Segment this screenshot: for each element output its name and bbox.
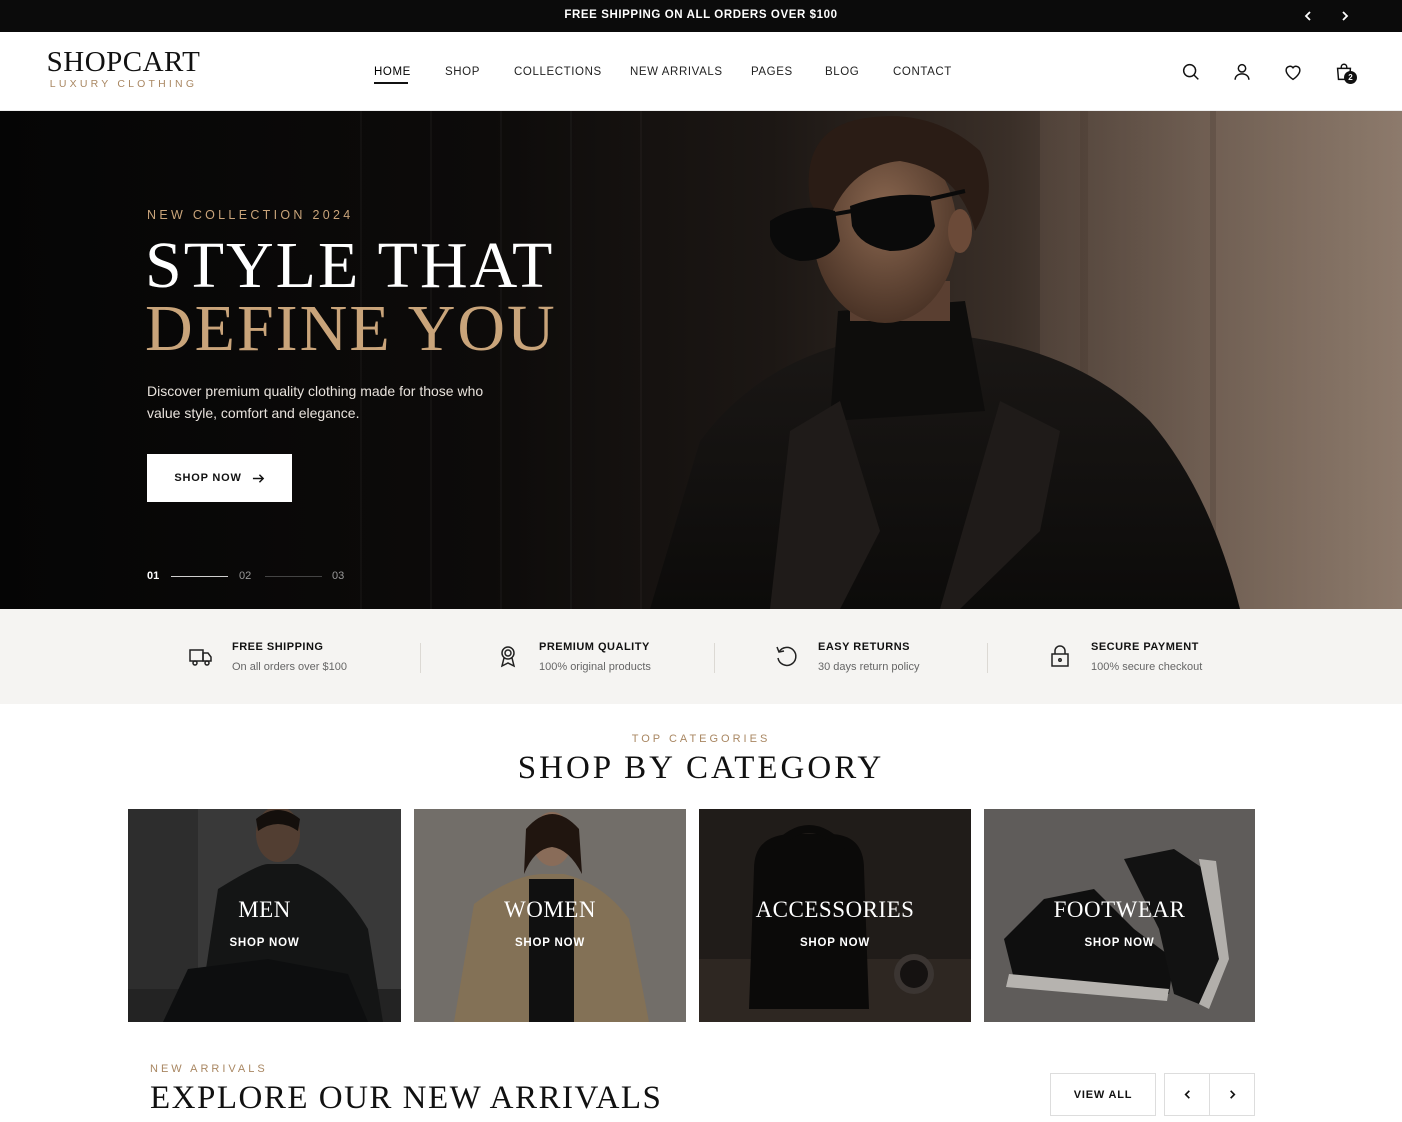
hero-eyebrow: NEW COLLECTION 2024: [147, 208, 354, 222]
feature-subtitle: On all orders over $100: [232, 661, 347, 673]
chevron-right-icon: [1342, 11, 1349, 21]
nav-item-home[interactable]: HOME: [374, 66, 411, 78]
feature-title: EASY RETURNS: [818, 641, 910, 653]
category-shop-now-link[interactable]: SHOP NOW: [128, 937, 401, 949]
category-shop-now-link[interactable]: SHOP NOW: [699, 937, 971, 949]
category-shop-now-link[interactable]: SHOP NOW: [414, 937, 686, 949]
category-name: MEN: [238, 897, 291, 922]
award-icon: [495, 643, 521, 669]
features-strip: FREE SHIPPING On all orders over $100 PR…: [0, 609, 1402, 704]
new-arrivals-title: EXPLORE OUR NEW ARRIVALS: [150, 1080, 663, 1116]
account-button[interactable]: [1231, 61, 1253, 83]
returns-icon: [774, 643, 800, 669]
categories-eyebrow: TOP CATEGORIES: [631, 733, 771, 745]
slide-indicator-3[interactable]: 03: [332, 570, 344, 582]
wishlist-button[interactable]: [1282, 61, 1304, 83]
categories-title: SHOP BY CATEGORY: [517, 750, 885, 786]
chevron-left-icon: [1183, 1090, 1190, 1099]
category-name: ACCESSORIES: [755, 897, 915, 922]
nav-item-pages[interactable]: PAGES: [751, 66, 793, 78]
announcement-prev-button[interactable]: [1298, 6, 1318, 26]
feature-title: FREE SHIPPING: [232, 641, 324, 653]
hero-shop-now-button[interactable]: SHOP NOW: [147, 454, 292, 502]
feature-title: SECURE PAYMENT: [1091, 641, 1199, 653]
category-card-men[interactable]: MEN SHOP NOW: [128, 809, 401, 1022]
hero-headline-line1: STYLE THAT: [145, 229, 555, 302]
feature-subtitle: 100% original products: [539, 661, 651, 673]
nav-item-new-arrivals[interactable]: NEW ARRIVALS: [630, 66, 723, 78]
cart-count-badge: 2: [1344, 71, 1357, 84]
chevron-right-icon: [1229, 1090, 1236, 1099]
feature-subtitle: 30 days return policy: [818, 661, 920, 673]
announcement-bar: FREE SHIPPING ON ALL ORDERS OVER $100: [0, 0, 1402, 32]
arrow-right-icon: [252, 473, 264, 483]
site-header: SHOPCART LUXURY CLOTHING HOME SHOP COLLE…: [0, 32, 1402, 111]
nav-item-shop[interactable]: SHOP: [445, 66, 480, 78]
search-icon: [1182, 63, 1199, 80]
category-name: WOMEN: [504, 897, 596, 922]
search-button[interactable]: [1180, 61, 1202, 83]
hero-banner: NEW COLLECTION 2024 STYLE THAT DEFINE YO…: [0, 111, 1402, 609]
slide-progress-inactive: [265, 576, 322, 577]
category-shop-now-link[interactable]: SHOP NOW: [984, 937, 1255, 949]
truck-icon: [188, 643, 214, 669]
logo-name: SHOPCART: [46, 46, 201, 78]
heart-icon: [1285, 65, 1301, 81]
slide-progress-active: [171, 576, 228, 577]
category-card-accessories[interactable]: ACCESSORIES SHOP NOW: [699, 809, 971, 1022]
new-arrivals-eyebrow: NEW ARRIVALS: [150, 1063, 268, 1075]
feature-title: PREMIUM QUALITY: [539, 641, 650, 653]
hero-button-label: SHOP NOW: [174, 472, 242, 484]
category-card-women[interactable]: WOMEN SHOP NOW: [414, 809, 686, 1022]
hero-description: Discover premium quality clothing made f…: [147, 383, 484, 421]
slide-indicator-2[interactable]: 02: [239, 570, 251, 582]
category-name: FOOTWEAR: [1053, 897, 1186, 922]
hero-headline-line2: DEFINE YOU: [145, 292, 557, 365]
nav-item-collections[interactable]: COLLECTIONS: [514, 66, 602, 78]
chevron-left-icon: [1304, 11, 1311, 21]
user-icon: [1234, 63, 1250, 80]
feature-divider: [420, 643, 421, 673]
nav-item-contact[interactable]: CONTACT: [893, 66, 952, 78]
lock-icon: [1047, 643, 1073, 669]
announcement-next-button[interactable]: [1335, 6, 1355, 26]
nav-active-underline: [374, 82, 408, 84]
nav-item-blog[interactable]: BLOG: [825, 66, 859, 78]
announcement-text: FREE SHIPPING ON ALL ORDERS OVER $100: [564, 9, 838, 21]
logo-tagline: LUXURY CLOTHING: [49, 78, 198, 90]
category-card-footwear[interactable]: FOOTWEAR SHOP NOW: [984, 809, 1255, 1022]
feature-subtitle: 100% secure checkout: [1091, 661, 1203, 673]
feature-divider: [987, 643, 988, 673]
new-arrivals-next-button[interactable]: [1209, 1073, 1255, 1116]
logo[interactable]: SHOPCART LUXURY CLOTHING: [46, 46, 201, 90]
slide-indicator-1[interactable]: 01: [147, 570, 159, 582]
feature-divider: [714, 643, 715, 673]
new-arrivals-prev-button[interactable]: [1164, 1073, 1210, 1116]
view-all-button[interactable]: VIEW ALL: [1050, 1073, 1156, 1116]
